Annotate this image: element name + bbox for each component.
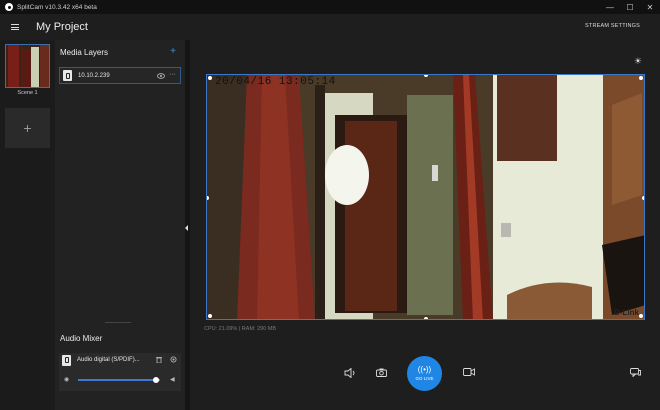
layer-item[interactable]: 10.10.2.239 ··· bbox=[59, 67, 181, 84]
stream-settings-button[interactable]: STREAM SETTINGS bbox=[585, 23, 640, 29]
app-title: SplitCam v10.3.42 x64 beta bbox=[17, 3, 97, 11]
project-title: My Project bbox=[36, 21, 88, 33]
monitor-eye-icon[interactable]: ◉ bbox=[64, 376, 69, 383]
camera-timestamp-overlay: 20/04/16 13:05:14 bbox=[215, 76, 336, 88]
window-controls: — ☐ ✕ bbox=[600, 0, 660, 14]
audio-source-name: Audio digital (S/PDIF)... bbox=[77, 357, 140, 363]
resize-handle-top-right[interactable] bbox=[639, 76, 643, 80]
scene-thumbnail[interactable] bbox=[5, 44, 50, 88]
camera-watermark: D-Link bbox=[614, 308, 639, 317]
snapshot-camera-icon[interactable] bbox=[376, 368, 387, 377]
gear-icon[interactable] bbox=[170, 356, 177, 363]
layers-panel: Media Layers + 10.10.2.239 ··· Audio Mix… bbox=[55, 40, 185, 410]
audio-source-icon bbox=[62, 354, 71, 366]
video-preview[interactable]: 20/04/16 13:05:14 D-Link bbox=[206, 74, 645, 320]
resize-handle-bottom-right[interactable] bbox=[639, 314, 643, 318]
minimize-button[interactable]: — bbox=[600, 0, 620, 14]
eye-icon[interactable] bbox=[157, 73, 165, 79]
plus-icon: + bbox=[23, 120, 32, 136]
scene-label: Scene 1 bbox=[17, 90, 38, 96]
microphone-volume-icon[interactable] bbox=[344, 368, 356, 378]
broadcast-icon: ((•)) bbox=[417, 365, 432, 374]
collapse-arrow-icon[interactable] bbox=[185, 225, 188, 231]
scene-thumbnail-image bbox=[6, 45, 49, 87]
camera-feed-image bbox=[207, 75, 644, 319]
audio-source-row: Audio digital (S/PDIF)... bbox=[59, 353, 181, 367]
camera-source-icon bbox=[63, 70, 72, 81]
trash-icon[interactable] bbox=[156, 356, 162, 363]
brightness-icon[interactable]: ☀ bbox=[634, 56, 642, 67]
resize-handle-top-left[interactable] bbox=[208, 76, 212, 80]
panel-resize-handle[interactable] bbox=[105, 322, 131, 323]
stage-area: ☀ 20/04/16 13:05:14 D-Link CPU: 21.09% |… bbox=[190, 40, 660, 410]
volume-track[interactable] bbox=[78, 379, 160, 381]
app-header: My Project STREAM SETTINGS bbox=[0, 14, 660, 40]
record-video-icon[interactable] bbox=[463, 368, 475, 376]
go-live-label: GO LIVE bbox=[415, 376, 434, 381]
audio-mixer-title: Audio Mixer bbox=[60, 334, 103, 343]
performance-stats: CPU: 21.09% | RAM: 290 MB bbox=[204, 326, 277, 332]
volume-slider[interactable]: ◉ ◀ bbox=[59, 374, 181, 386]
more-icon[interactable]: ··· bbox=[169, 71, 176, 78]
resize-handle-bottom-left[interactable] bbox=[208, 314, 212, 318]
layer-name: 10.10.2.239 bbox=[78, 72, 110, 79]
resize-handle-right[interactable] bbox=[642, 196, 644, 200]
resize-handle-bottom[interactable] bbox=[424, 317, 428, 319]
maximize-button[interactable]: ☐ bbox=[620, 0, 640, 14]
scenes-panel: Scene 1 + bbox=[0, 40, 55, 410]
speaker-icon[interactable]: ◀ bbox=[170, 376, 175, 383]
go-live-button[interactable]: ((•)) GO LIVE bbox=[407, 356, 442, 391]
app-logo-icon bbox=[5, 3, 13, 11]
title-bar: SplitCam v10.3.42 x64 beta — ☐ ✕ bbox=[0, 0, 660, 14]
add-layer-button[interactable]: + bbox=[170, 46, 176, 57]
audio-source-item: Audio digital (S/PDIF)... ◉ ◀ bbox=[59, 353, 181, 391]
close-button[interactable]: ✕ bbox=[640, 0, 660, 14]
chat-icon[interactable] bbox=[630, 368, 641, 377]
add-scene-button[interactable]: + bbox=[5, 108, 50, 148]
media-layers-title: Media Layers bbox=[60, 48, 109, 57]
menu-icon[interactable] bbox=[11, 24, 19, 30]
volume-knob[interactable] bbox=[152, 377, 159, 383]
